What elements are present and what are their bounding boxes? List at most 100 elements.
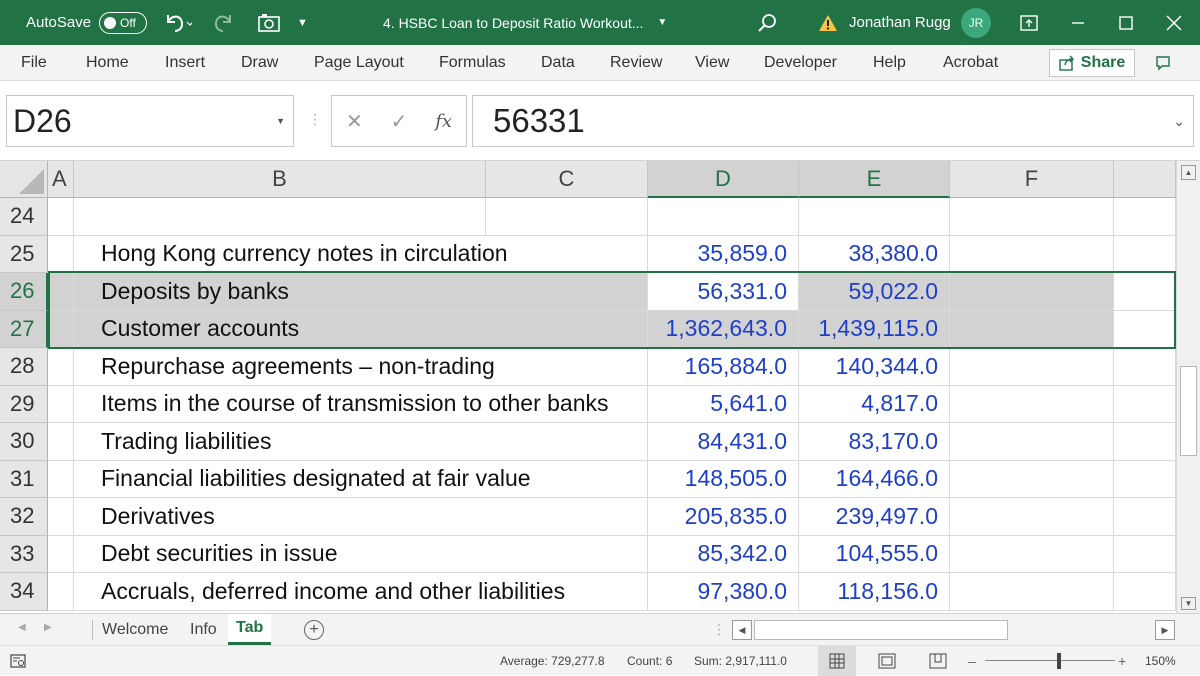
- user-avatar-wrap[interactable]: JR: [961, 0, 991, 45]
- tab-developer[interactable]: Developer: [764, 45, 837, 81]
- tab-review[interactable]: Review: [610, 45, 662, 81]
- table-cell[interactable]: [1114, 348, 1176, 386]
- normal-view-button[interactable]: [818, 646, 856, 676]
- table-cell-value[interactable]: 83,170.0: [799, 423, 950, 461]
- sheet-tab-tab[interactable]: Tab: [228, 614, 272, 645]
- scroll-up-icon[interactable]: ▲: [1181, 165, 1196, 180]
- table-cell[interactable]: [950, 573, 1114, 611]
- row-header[interactable]: 27: [0, 310, 48, 348]
- vertical-scrollbar[interactable]: ▲ ▼: [1176, 161, 1200, 613]
- zoom-level[interactable]: 150%: [1145, 646, 1176, 676]
- table-cell-value[interactable]: 164,466.0: [799, 460, 950, 498]
- table-cell-value[interactable]: 59,022.0: [799, 273, 950, 311]
- table-cell[interactable]: [950, 498, 1114, 536]
- table-cell-value[interactable]: 205,835.0: [648, 498, 799, 536]
- column-header-a[interactable]: A: [48, 161, 74, 198]
- expand-formula-chevron-down-icon[interactable]: ⌄: [1173, 113, 1185, 130]
- table-cell-value[interactable]: 4,817.0: [799, 385, 950, 423]
- tab-acrobat[interactable]: Acrobat: [943, 45, 998, 81]
- horizontal-scroll-thumb[interactable]: [754, 620, 1008, 640]
- table-cell[interactable]: [486, 235, 648, 273]
- zoom-in-icon[interactable]: +: [1118, 646, 1126, 676]
- sheet-tab-welcome[interactable]: Welcome: [94, 614, 176, 645]
- row-header[interactable]: 33: [0, 535, 48, 573]
- page-layout-view-button[interactable]: [878, 646, 896, 676]
- hscroll-left-icon[interactable]: ◀: [732, 620, 752, 640]
- zoom-slider-thumb[interactable]: [1057, 653, 1061, 669]
- table-cell[interactable]: [48, 273, 74, 311]
- table-cell[interactable]: [486, 460, 648, 498]
- table-cell-label[interactable]: Deposits by banks: [74, 273, 486, 311]
- row-header[interactable]: 25: [0, 235, 48, 273]
- table-cell-label[interactable]: Customer accounts: [74, 310, 486, 348]
- column-header-b[interactable]: B: [74, 161, 486, 198]
- table-cell[interactable]: [486, 498, 648, 536]
- zoom-out-icon[interactable]: –: [968, 646, 976, 676]
- column-header-c[interactable]: C: [486, 161, 648, 198]
- name-box-chevron-down-icon[interactable]: ▼: [276, 116, 285, 126]
- table-cell[interactable]: [950, 385, 1114, 423]
- row-header[interactable]: 34: [0, 573, 48, 611]
- table-cell[interactable]: [486, 198, 648, 236]
- table-cell-value[interactable]: 84,431.0: [648, 423, 799, 461]
- share-button[interactable]: Share: [1049, 49, 1135, 77]
- table-cell[interactable]: [1114, 385, 1176, 423]
- table-cell[interactable]: [950, 348, 1114, 386]
- table-cell[interactable]: [486, 573, 648, 611]
- next-sheet-icon[interactable]: ▶: [44, 622, 52, 633]
- table-cell-value[interactable]: 239,497.0: [799, 498, 950, 536]
- tab-view[interactable]: View: [695, 45, 729, 81]
- table-cell-value[interactable]: 140,344.0: [799, 348, 950, 386]
- spreadsheet-grid[interactable]: A B C D E F 24 25 Hong Kong currency notes…: [0, 161, 1176, 613]
- tab-home[interactable]: Home: [86, 45, 129, 81]
- row-header[interactable]: 26: [0, 273, 48, 311]
- table-cell[interactable]: [48, 460, 74, 498]
- add-sheet-icon[interactable]: +: [304, 620, 324, 640]
- table-cell[interactable]: [950, 310, 1114, 348]
- tab-help[interactable]: Help: [873, 45, 906, 81]
- select-all-corner[interactable]: [0, 161, 48, 198]
- warning-indicator[interactable]: [818, 0, 838, 45]
- maximize-button[interactable]: [1118, 0, 1134, 45]
- table-cell-value[interactable]: 118,156.0: [799, 573, 950, 611]
- table-cell[interactable]: [486, 423, 648, 461]
- column-header-d[interactable]: D: [648, 161, 799, 198]
- table-cell[interactable]: [950, 273, 1114, 311]
- table-cell-label[interactable]: [74, 198, 486, 236]
- tab-page-layout[interactable]: Page Layout: [314, 45, 404, 81]
- table-cell[interactable]: [1114, 460, 1176, 498]
- tab-file[interactable]: File: [21, 45, 47, 81]
- table-cell[interactable]: [486, 273, 648, 311]
- table-cell-label[interactable]: Trading liabilities: [74, 423, 486, 461]
- row-header[interactable]: 28: [0, 348, 48, 386]
- table-cell[interactable]: [950, 460, 1114, 498]
- search-button[interactable]: [756, 0, 778, 45]
- table-cell-value[interactable]: 56,331.0: [648, 273, 799, 311]
- tab-draw[interactable]: Draw: [241, 45, 278, 81]
- minimize-button[interactable]: [1070, 0, 1086, 45]
- table-cell[interactable]: [486, 535, 648, 573]
- scroll-thumb[interactable]: [1180, 366, 1197, 456]
- ribbon-display-button[interactable]: [1020, 0, 1038, 45]
- table-cell-value[interactable]: 35,859.0: [648, 235, 799, 273]
- table-cell-value[interactable]: 1,362,643.0: [648, 310, 799, 348]
- table-cell-value[interactable]: 97,380.0: [648, 573, 799, 611]
- table-cell-label[interactable]: Repurchase agreements – non-trading: [74, 348, 495, 386]
- table-cell-label[interactable]: Debt securities in issue: [74, 536, 486, 573]
- table-cell[interactable]: [1114, 310, 1176, 348]
- table-cell-value[interactable]: [799, 198, 950, 236]
- insert-function-button[interactable]: fx: [435, 111, 452, 132]
- table-cell[interactable]: [950, 535, 1114, 573]
- autosave-toggle[interactable]: Off: [99, 11, 148, 34]
- column-header-e[interactable]: E: [799, 161, 950, 198]
- quick-access-dropdown[interactable]: ▼: [297, 0, 308, 45]
- row-header[interactable]: 32: [0, 498, 48, 536]
- undo-button[interactable]: [162, 0, 192, 45]
- table-cell-label[interactable]: Accruals, deferred income and other liab…: [74, 573, 565, 611]
- table-cell[interactable]: [48, 198, 74, 236]
- table-cell[interactable]: [950, 198, 1114, 236]
- table-cell[interactable]: [1114, 198, 1176, 236]
- table-cell[interactable]: [950, 423, 1114, 461]
- table-cell-value[interactable]: 5,641.0: [648, 385, 799, 423]
- macro-record-icon[interactable]: [10, 646, 26, 676]
